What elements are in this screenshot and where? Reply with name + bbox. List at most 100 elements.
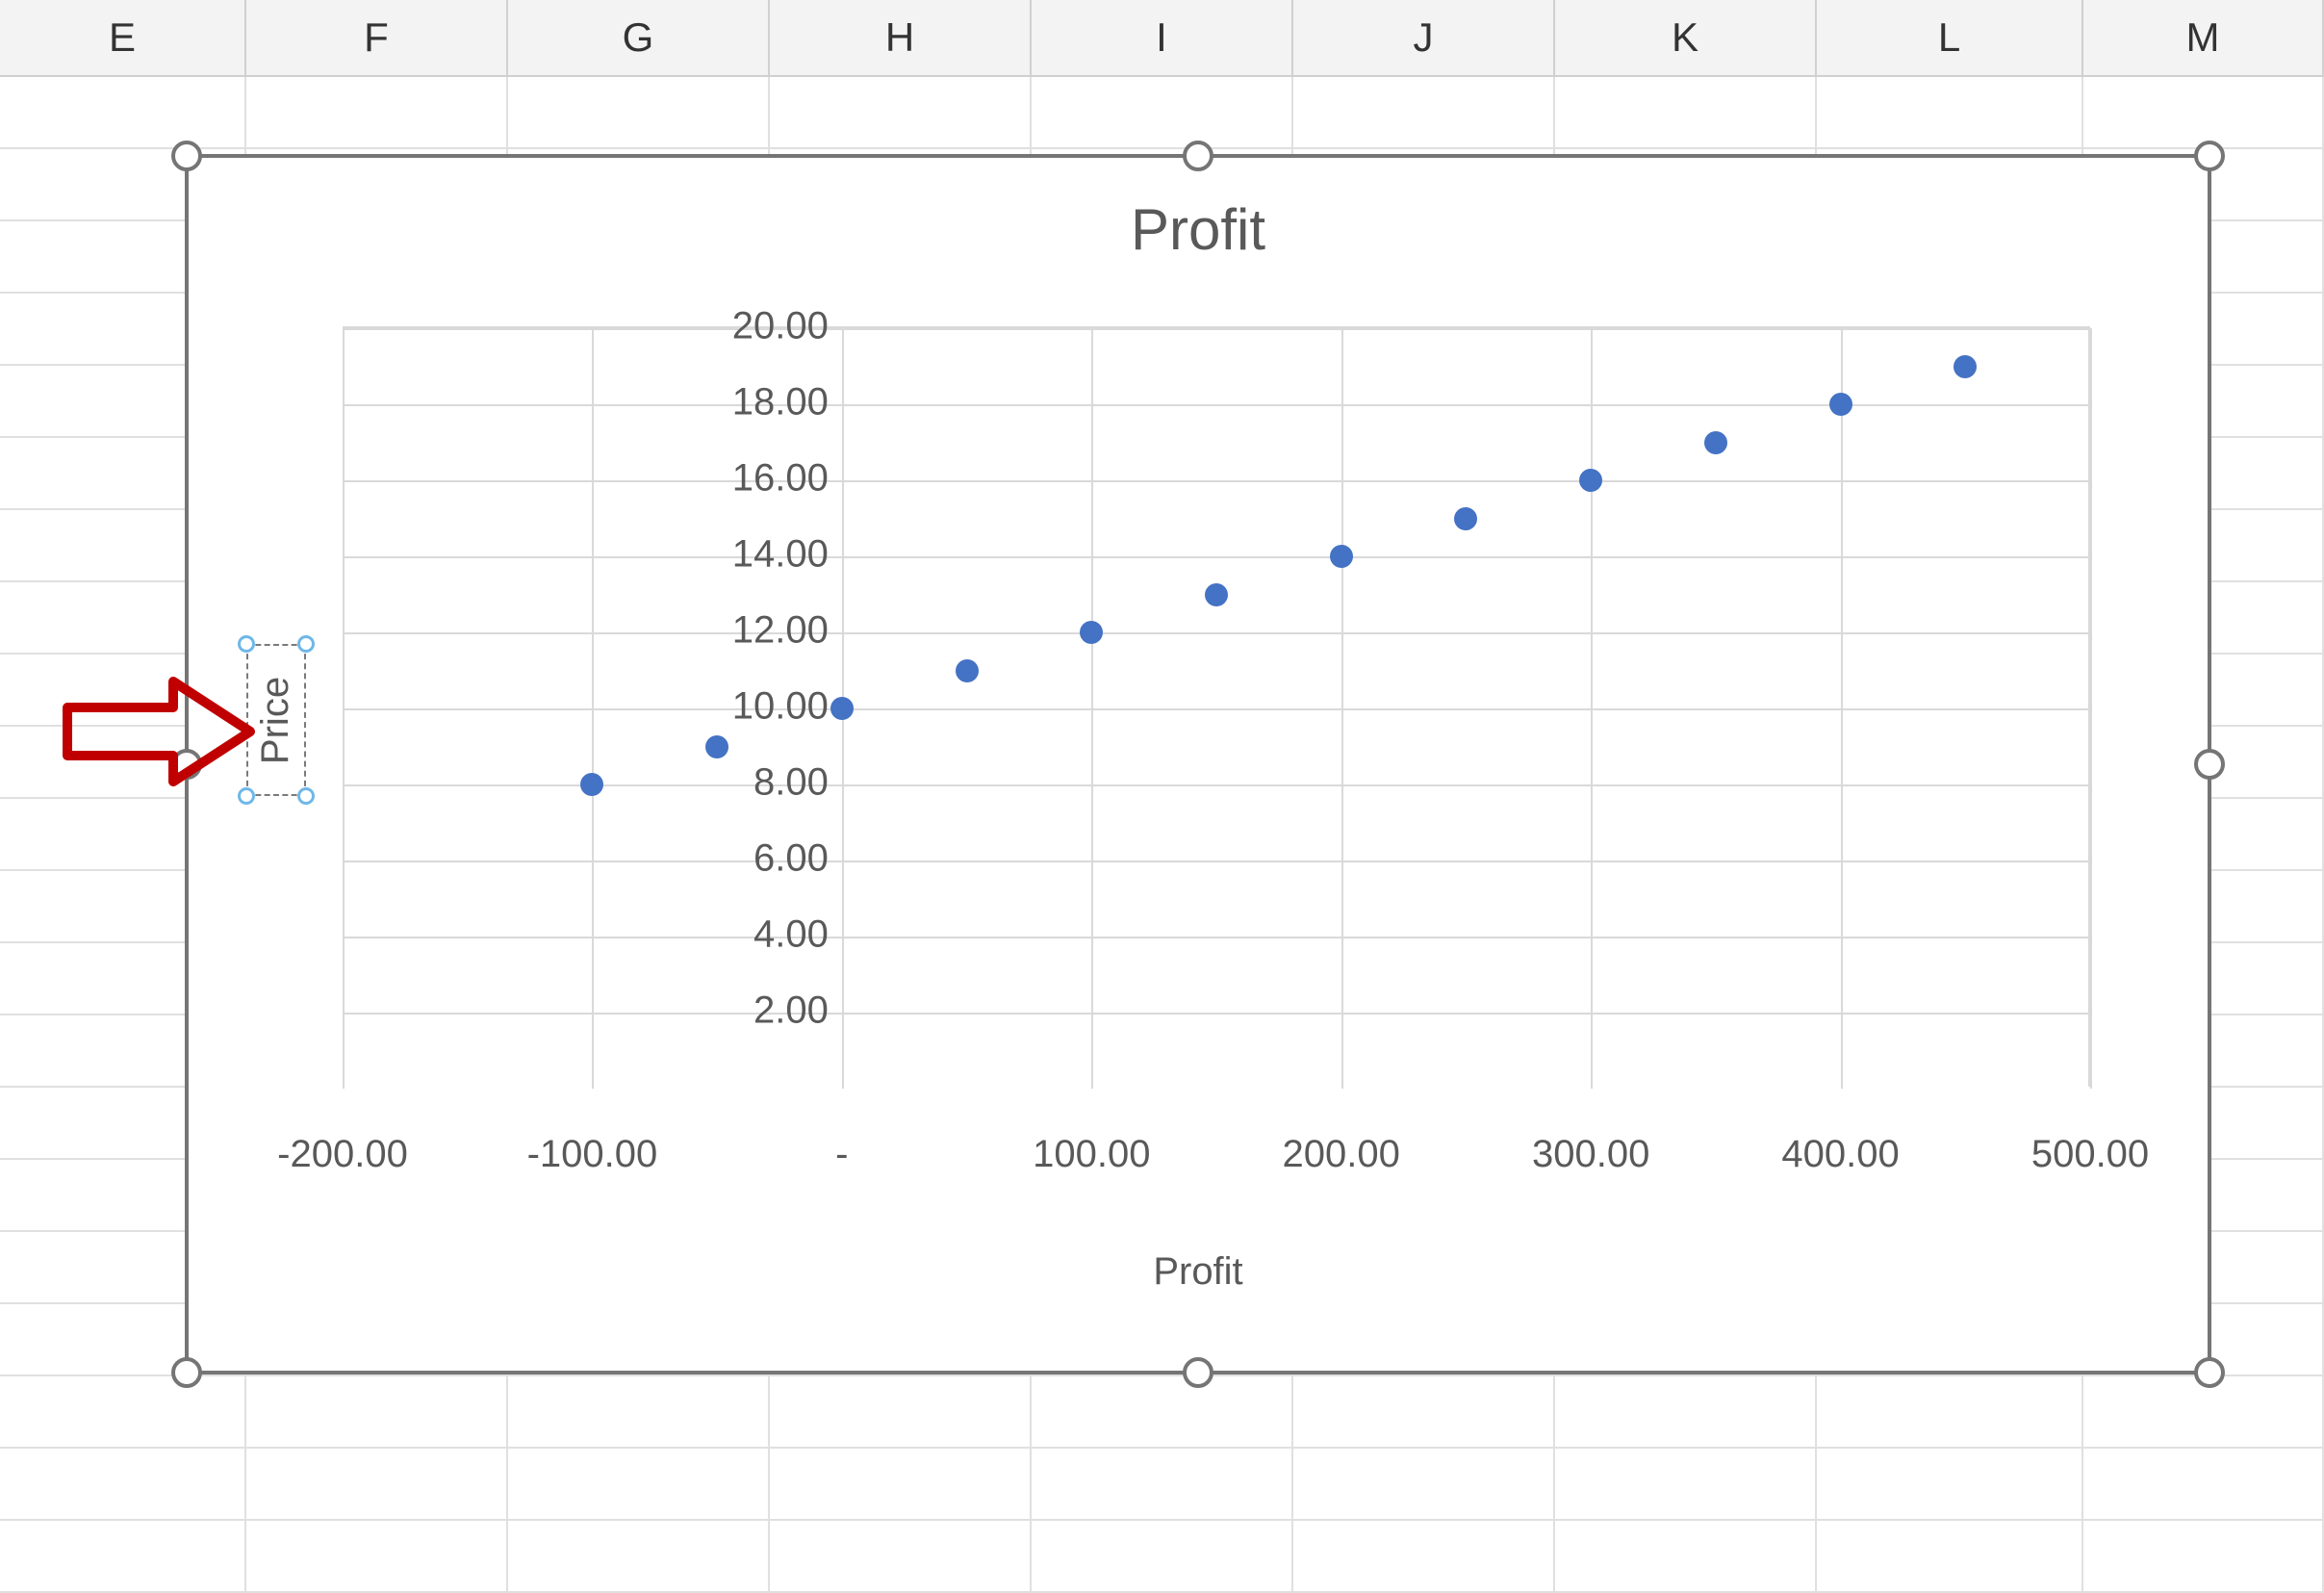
data-point[interactable] — [1080, 621, 1103, 644]
axis-title-handle[interactable] — [297, 635, 315, 653]
horizontal-gridline — [343, 556, 2088, 558]
chart-title[interactable]: Profit — [189, 196, 2208, 263]
x-axis-ticks: -200.00-100.00-100.00200.00300.00400.005… — [343, 1087, 2090, 1202]
cell[interactable] — [2083, 1449, 2324, 1521]
resize-handle[interactable] — [1183, 1357, 1213, 1388]
cell[interactable] — [770, 1521, 1032, 1593]
cell[interactable] — [1817, 77, 2083, 149]
resize-handle[interactable] — [171, 141, 202, 171]
x-tick-label: -200.00 — [277, 1133, 408, 1176]
column-header[interactable]: L — [1817, 0, 2083, 77]
cell[interactable] — [1817, 1449, 2083, 1521]
horizontal-gridline — [343, 784, 2088, 786]
cell[interactable] — [508, 1449, 770, 1521]
x-axis-title[interactable]: Profit — [189, 1250, 2208, 1294]
x-tick-label: 200.00 — [1283, 1133, 1400, 1176]
data-point[interactable] — [1330, 545, 1353, 568]
data-point[interactable] — [1704, 431, 1727, 454]
horizontal-gridline — [343, 480, 2088, 482]
cell[interactable] — [0, 1449, 246, 1521]
axis-title-handle[interactable] — [297, 787, 315, 805]
horizontal-gridline — [343, 861, 2088, 862]
x-tick-label: 500.00 — [2031, 1133, 2149, 1176]
column-header[interactable]: E — [0, 0, 246, 77]
cell[interactable] — [1293, 1376, 1555, 1449]
x-tick-label: 400.00 — [1781, 1133, 1899, 1176]
column-header[interactable]: I — [1032, 0, 1293, 77]
column-header[interactable]: G — [508, 0, 770, 77]
cell[interactable] — [2083, 1376, 2324, 1449]
cell[interactable] — [508, 1521, 770, 1593]
resize-handle[interactable] — [2194, 749, 2225, 780]
cell[interactable] — [246, 1521, 508, 1593]
column-header[interactable]: M — [2083, 0, 2324, 77]
cell[interactable] — [1817, 1521, 2083, 1593]
resize-handle[interactable] — [2194, 1357, 2225, 1388]
cell[interactable] — [1032, 77, 1293, 149]
horizontal-gridline — [343, 404, 2088, 406]
cell[interactable] — [770, 1449, 1032, 1521]
resize-handle[interactable] — [1183, 141, 1213, 171]
cell[interactable] — [508, 1376, 770, 1449]
row — [0, 77, 2324, 149]
cell[interactable] — [246, 1449, 508, 1521]
resize-handle[interactable] — [2194, 141, 2225, 171]
cell[interactable] — [0, 1521, 246, 1593]
data-point[interactable] — [705, 735, 728, 758]
plot-area[interactable] — [343, 326, 2090, 1087]
row — [0, 1376, 2324, 1449]
cell[interactable] — [246, 1376, 508, 1449]
column-headers-row: E F G H I J K L M — [0, 0, 2324, 77]
cell[interactable] — [0, 1376, 246, 1449]
cell[interactable] — [1032, 1521, 1293, 1593]
cell[interactable] — [1032, 1376, 1293, 1449]
cell[interactable] — [246, 77, 508, 149]
column-header[interactable]: K — [1555, 0, 1817, 77]
cell[interactable] — [1555, 1376, 1817, 1449]
resize-handle[interactable] — [171, 749, 202, 780]
data-point[interactable] — [1829, 393, 1852, 416]
chart-object[interactable]: Profit 20.0018.0016.0014.0012.0010.008.0… — [185, 154, 2211, 1375]
horizontal-gridline — [343, 632, 2088, 634]
data-point[interactable] — [1454, 507, 1477, 530]
data-point[interactable] — [830, 697, 854, 720]
y-axis-title[interactable]: Price — [246, 644, 306, 796]
cell[interactable] — [0, 77, 246, 149]
data-point[interactable] — [956, 659, 979, 682]
data-point[interactable] — [580, 773, 603, 796]
cell[interactable] — [508, 77, 770, 149]
data-point[interactable] — [1954, 355, 1977, 378]
horizontal-gridline — [343, 937, 2088, 938]
x-tick-label: -100.00 — [527, 1133, 658, 1176]
x-tick-label: - — [835, 1133, 848, 1176]
cell[interactable] — [770, 1376, 1032, 1449]
cell[interactable] — [1555, 1449, 1817, 1521]
horizontal-gridline — [343, 1013, 2088, 1015]
y-axis-title-text: Price — [255, 676, 298, 763]
column-header[interactable]: F — [246, 0, 508, 77]
vertical-gridline — [2090, 328, 2092, 1089]
cell[interactable] — [1555, 77, 1817, 149]
data-point[interactable] — [1205, 583, 1228, 606]
row — [0, 1521, 2324, 1593]
data-point[interactable] — [1579, 469, 1602, 492]
cell[interactable] — [770, 77, 1032, 149]
x-tick-label: 100.00 — [1033, 1133, 1150, 1176]
row — [0, 1449, 2324, 1521]
horizontal-gridline — [343, 708, 2088, 710]
column-header[interactable]: J — [1293, 0, 1555, 77]
axis-title-handle[interactable] — [238, 635, 255, 653]
resize-handle[interactable] — [171, 1357, 202, 1388]
cell[interactable] — [1817, 1376, 2083, 1449]
cell[interactable] — [1293, 1449, 1555, 1521]
cell[interactable] — [1555, 1521, 1817, 1593]
cell[interactable] — [1293, 1521, 1555, 1593]
cell[interactable] — [1032, 1449, 1293, 1521]
horizontal-gridline — [343, 328, 2088, 330]
column-header[interactable]: H — [770, 0, 1032, 77]
cell[interactable] — [2083, 77, 2324, 149]
cell[interactable] — [1293, 77, 1555, 149]
axis-title-handle[interactable] — [238, 787, 255, 805]
worksheet[interactable]: E F G H I J K L M Profit 20.0018.0016.00… — [0, 0, 2324, 1566]
cell[interactable] — [2083, 1521, 2324, 1593]
